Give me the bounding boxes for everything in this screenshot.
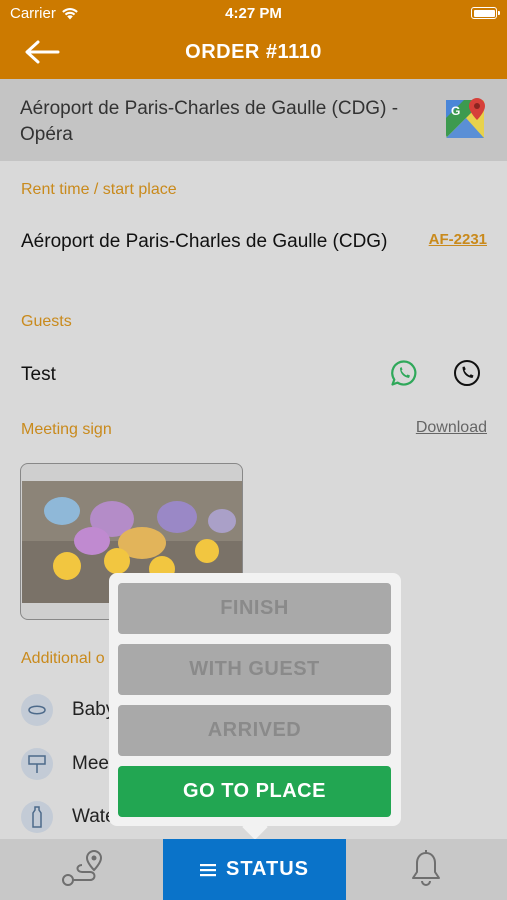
with-guest-button[interactable]: WITH GUEST: [118, 644, 391, 695]
battery-icon: [471, 7, 500, 19]
page-title: ORDER #1110: [185, 41, 322, 63]
additional-label: Additional o: [21, 650, 105, 667]
flight-number-link[interactable]: AF-2231: [429, 231, 487, 248]
extra-item: Baby: [21, 694, 115, 726]
order-screen: Carrier 4:27 PM ORDER #1110 Aéroport de …: [0, 0, 507, 900]
guests-label: Guests: [21, 313, 72, 330]
start-place: Aéroport de Paris-Charles de Gaulle (CDG…: [21, 231, 388, 252]
extra-item: Water: [21, 801, 122, 833]
bell-icon[interactable]: [410, 850, 442, 886]
tab-status-label: STATUS: [225, 858, 310, 880]
route-map-icon[interactable]: [60, 849, 106, 889]
go-to-place-button[interactable]: GO TO PLACE: [118, 766, 391, 817]
water-bottle-icon: [21, 801, 53, 833]
phone-icon[interactable]: [453, 359, 481, 387]
route-text: Aéroport de Paris-Charles de Gaulle (CDG…: [20, 98, 399, 145]
header: ORDER #1110: [0, 28, 507, 79]
download-link[interactable]: Download: [416, 419, 487, 437]
arrived-button[interactable]: ARRIVED: [118, 705, 391, 756]
meeting-sign-label: Meeting sign: [21, 421, 112, 438]
svg-text:G: G: [451, 104, 460, 118]
route-bar: Aéroport de Paris-Charles de Gaulle (CDG…: [0, 79, 507, 161]
status-bar: Carrier 4:27 PM: [0, 0, 507, 28]
tab-status[interactable]: STATUS: [163, 839, 346, 900]
baby-seat-icon: [21, 694, 53, 726]
clock: 4:27 PM: [225, 5, 282, 22]
sign-post-icon: [21, 748, 53, 780]
finish-button[interactable]: FINISH: [118, 583, 391, 634]
rent-label: Rent time / start place: [21, 181, 177, 198]
guest-name: Test: [21, 364, 56, 385]
whatsapp-icon[interactable]: [390, 359, 418, 387]
google-maps-icon[interactable]: G: [446, 98, 488, 140]
top-bar: Carrier 4:27 PM ORDER #1110: [0, 0, 507, 79]
menu-icon: [199, 863, 216, 876]
